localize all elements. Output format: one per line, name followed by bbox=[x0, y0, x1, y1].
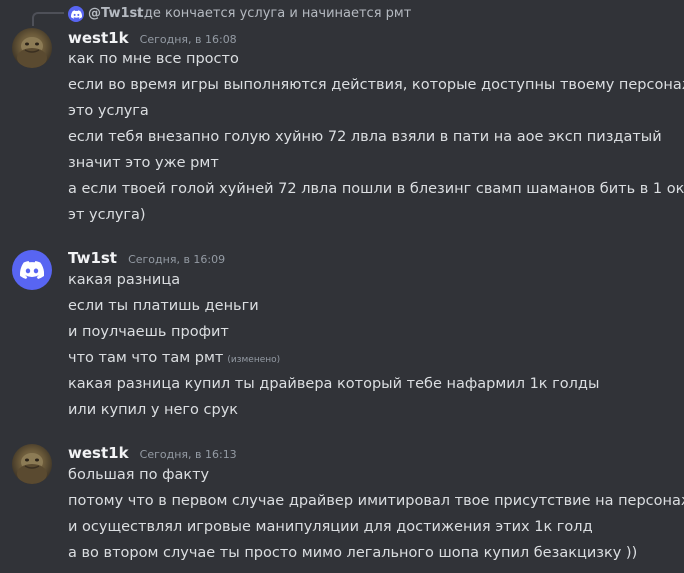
timestamp[interactable]: Сегодня, в 16:08 bbox=[140, 33, 237, 46]
avatar[interactable] bbox=[12, 444, 52, 484]
reply-reference[interactable]: @Tw1st где кончается услуга и начинается… bbox=[0, 0, 684, 26]
message-header: west1k Сегодня, в 16:13 bbox=[68, 443, 237, 463]
message-line: это услуга bbox=[68, 103, 149, 119]
message-header: west1k Сегодня, в 16:08 bbox=[68, 28, 237, 48]
message-line: а если твоей голой хуйней 72 лвла пошли … bbox=[68, 181, 684, 197]
author-name[interactable]: west1k bbox=[68, 29, 129, 47]
discord-icon bbox=[20, 261, 44, 279]
message-line: если во время игры выполняются действия,… bbox=[68, 77, 684, 93]
reply-author[interactable]: @Tw1st bbox=[88, 6, 143, 22]
reply-spine bbox=[32, 12, 64, 26]
message-header: Tw1st Сегодня, в 16:09 bbox=[68, 248, 225, 268]
discord-icon bbox=[70, 9, 82, 19]
message-line: эт услуга) bbox=[68, 207, 146, 223]
timestamp[interactable]: Сегодня, в 16:09 bbox=[128, 253, 225, 266]
message-line: или купил у него срук bbox=[68, 402, 239, 418]
message-line: потому что в первом случае драйвер имити… bbox=[68, 493, 684, 509]
message-line: а во втором случае ты просто мимо легаль… bbox=[68, 545, 638, 561]
photo-avatar-icon bbox=[17, 453, 47, 484]
message-line: и поулчаешь профит bbox=[68, 324, 229, 340]
avatar[interactable] bbox=[12, 250, 52, 290]
author-name[interactable]: west1k bbox=[68, 444, 129, 462]
edited-label: (изменено) bbox=[227, 355, 281, 365]
message-line: какая разница купил ты драйвера который … bbox=[68, 376, 600, 392]
author-name[interactable]: Tw1st bbox=[68, 249, 117, 267]
timestamp[interactable]: Сегодня, в 16:13 bbox=[140, 448, 237, 461]
message-line: значит это уже рмт bbox=[68, 155, 219, 171]
message-line: если тебя внезапно голую хуйню 72 лвла в… bbox=[68, 129, 662, 145]
message-line: большая по факту bbox=[68, 467, 210, 483]
reply-avatar-discord-icon bbox=[68, 6, 84, 22]
message-line: как по мне все просто bbox=[68, 51, 239, 67]
avatar[interactable] bbox=[12, 28, 52, 68]
message-line: если ты платишь деньги bbox=[68, 298, 259, 314]
reply-text[interactable]: где кончается услуга и начинается рмт bbox=[137, 6, 411, 22]
message-text: что там что там рмт bbox=[68, 350, 224, 366]
message-line: какая разница bbox=[68, 272, 181, 288]
photo-avatar-icon bbox=[17, 37, 47, 68]
message-line: что там что там рмт (изменено) bbox=[68, 348, 280, 370]
message-line: и осуществлял игровые манипуляции для до… bbox=[68, 519, 593, 535]
